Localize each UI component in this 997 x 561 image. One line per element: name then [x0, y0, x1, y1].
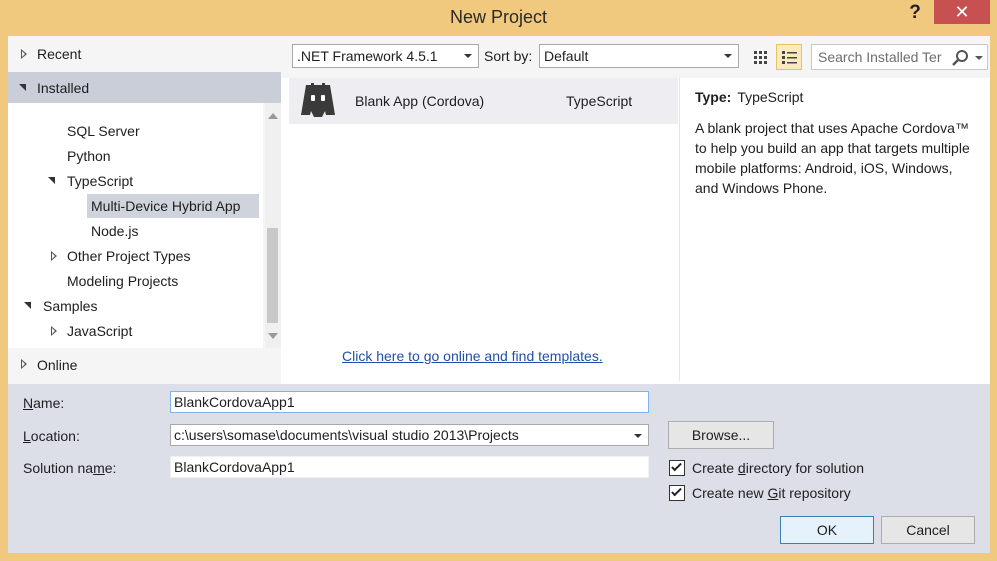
browse-button[interactable]: Browse... — [668, 421, 774, 449]
expand-arrow-icon — [21, 49, 27, 59]
medium-icons-view-button[interactable] — [776, 44, 802, 70]
name-label: Name: — [23, 395, 65, 411]
location-label: Location: — [23, 428, 80, 444]
close-icon: ✕ — [954, 2, 970, 22]
title-bar: New Project ? ✕ — [0, 0, 997, 36]
project-settings-form: Name: BlankCordovaApp1 Location: c:\user… — [8, 384, 990, 553]
chevron-down-icon — [724, 54, 732, 58]
tree-node-online[interactable]: Online — [8, 348, 281, 384]
solution-name-label: Solution name: — [23, 460, 117, 476]
cancel-button[interactable]: Cancel — [881, 516, 975, 544]
collapse-arrow-icon[interactable] — [24, 302, 31, 309]
type-value: TypeScript — [737, 89, 804, 105]
tree-item-nodejs[interactable]: Node.js — [91, 219, 138, 243]
create-directory-label[interactable]: Create directory for solution — [692, 460, 864, 476]
template-name: Blank App (Cordova) — [355, 93, 485, 109]
type-line: Type: TypeScript — [695, 89, 803, 105]
template-language: TypeScript — [566, 93, 633, 109]
new-project-dialog: New Project ? ✕ Recent Installed SQL Ser… — [0, 0, 997, 561]
solution-name-field[interactable]: BlankCordovaApp1 — [170, 456, 649, 478]
sort-by-label: Sort by: — [484, 48, 533, 64]
checkmark-icon — [671, 485, 682, 497]
collapse-arrow-icon — [19, 84, 26, 91]
close-button[interactable]: ✕ — [934, 0, 990, 24]
create-git-repo-label[interactable]: Create new Git repository — [692, 485, 851, 501]
chevron-down-icon[interactable] — [975, 56, 983, 60]
template-details: Type: TypeScript A blank project that use… — [679, 78, 990, 381]
template-item[interactable]: Blank App (Cordova) TypeScript — [289, 78, 678, 124]
grid-view-icon — [754, 51, 767, 64]
name-field[interactable]: BlankCordovaApp1 — [170, 391, 649, 413]
tree-label-online: Online — [37, 357, 78, 373]
expand-arrow-icon[interactable] — [51, 251, 57, 261]
expand-arrow-icon[interactable] — [51, 326, 57, 336]
tree-item-javascript[interactable]: JavaScript — [67, 319, 132, 343]
collapse-arrow-icon[interactable] — [48, 177, 55, 184]
scroll-down-arrow-icon[interactable] — [268, 333, 278, 339]
help-button[interactable]: ? — [898, 0, 932, 26]
list-view-icon — [782, 51, 797, 64]
sort-value: Default — [544, 48, 589, 64]
tree-scroll-area: SQL Server Python TypeScript Multi-Devic… — [8, 103, 263, 348]
tree-item-samples[interactable]: Samples — [43, 294, 97, 318]
tree-item-sql-server[interactable]: SQL Server — [67, 119, 140, 143]
expand-arrow-icon — [21, 359, 27, 369]
scroll-up-arrow-icon[interactable] — [268, 113, 278, 119]
scroll-thumb[interactable] — [267, 228, 278, 323]
chevron-down-icon[interactable] — [634, 434, 642, 438]
type-label: Type: — [695, 89, 732, 105]
template-description: A blank project that uses Apache Cordova… — [695, 120, 970, 196]
create-git-repo-checkbox[interactable] — [669, 485, 685, 501]
tree-label-recent: Recent — [37, 46, 82, 62]
framework-dropdown[interactable]: .NET Framework 4.5.1 — [292, 44, 479, 68]
tree-item-python[interactable]: Python — [67, 144, 111, 168]
tree-item-other-project-types[interactable]: Other Project Types — [67, 244, 190, 268]
ok-button[interactable]: OK — [780, 516, 874, 544]
cordova-icon — [301, 83, 335, 117]
create-directory-checkbox[interactable] — [669, 460, 685, 476]
template-list: Blank App (Cordova) TypeScript Click her… — [289, 78, 678, 381]
small-icons-view-button[interactable] — [747, 44, 773, 70]
tree-item-typescript[interactable]: TypeScript — [67, 169, 133, 193]
search-installed-templates-input[interactable]: Search Installed Ter — [811, 44, 988, 70]
find-templates-online-link[interactable]: Click here to go online and find templat… — [342, 348, 603, 364]
location-value: c:\users\somase\documents\visual studio … — [174, 427, 519, 443]
search-placeholder: Search Installed Ter — [818, 49, 942, 65]
dialog-title: New Project — [449, 7, 548, 27]
sort-dropdown[interactable]: Default — [539, 44, 739, 68]
tree-scrollbar[interactable] — [265, 103, 281, 348]
chevron-down-icon — [464, 54, 472, 58]
tree-item-multi-device-hybrid-app[interactable]: Multi-Device Hybrid App — [87, 194, 259, 218]
dialog-body: Recent Installed SQL Server Python TypeS… — [8, 36, 990, 553]
tree-node-installed[interactable]: Installed — [8, 72, 281, 103]
tree-node-recent[interactable]: Recent — [8, 39, 281, 69]
checkmark-icon — [671, 460, 682, 472]
tree-item-modeling-projects[interactable]: Modeling Projects — [67, 269, 178, 293]
tree-label-installed: Installed — [37, 80, 90, 96]
template-tree: Recent Installed SQL Server Python TypeS… — [8, 36, 281, 384]
framework-value: .NET Framework 4.5.1 — [297, 48, 438, 64]
location-combo[interactable]: c:\users\somase\documents\visual studio … — [170, 424, 649, 446]
template-toolbar: .NET Framework 4.5.1 Sort by: Default Se… — [281, 36, 990, 78]
search-icon — [951, 49, 969, 67]
